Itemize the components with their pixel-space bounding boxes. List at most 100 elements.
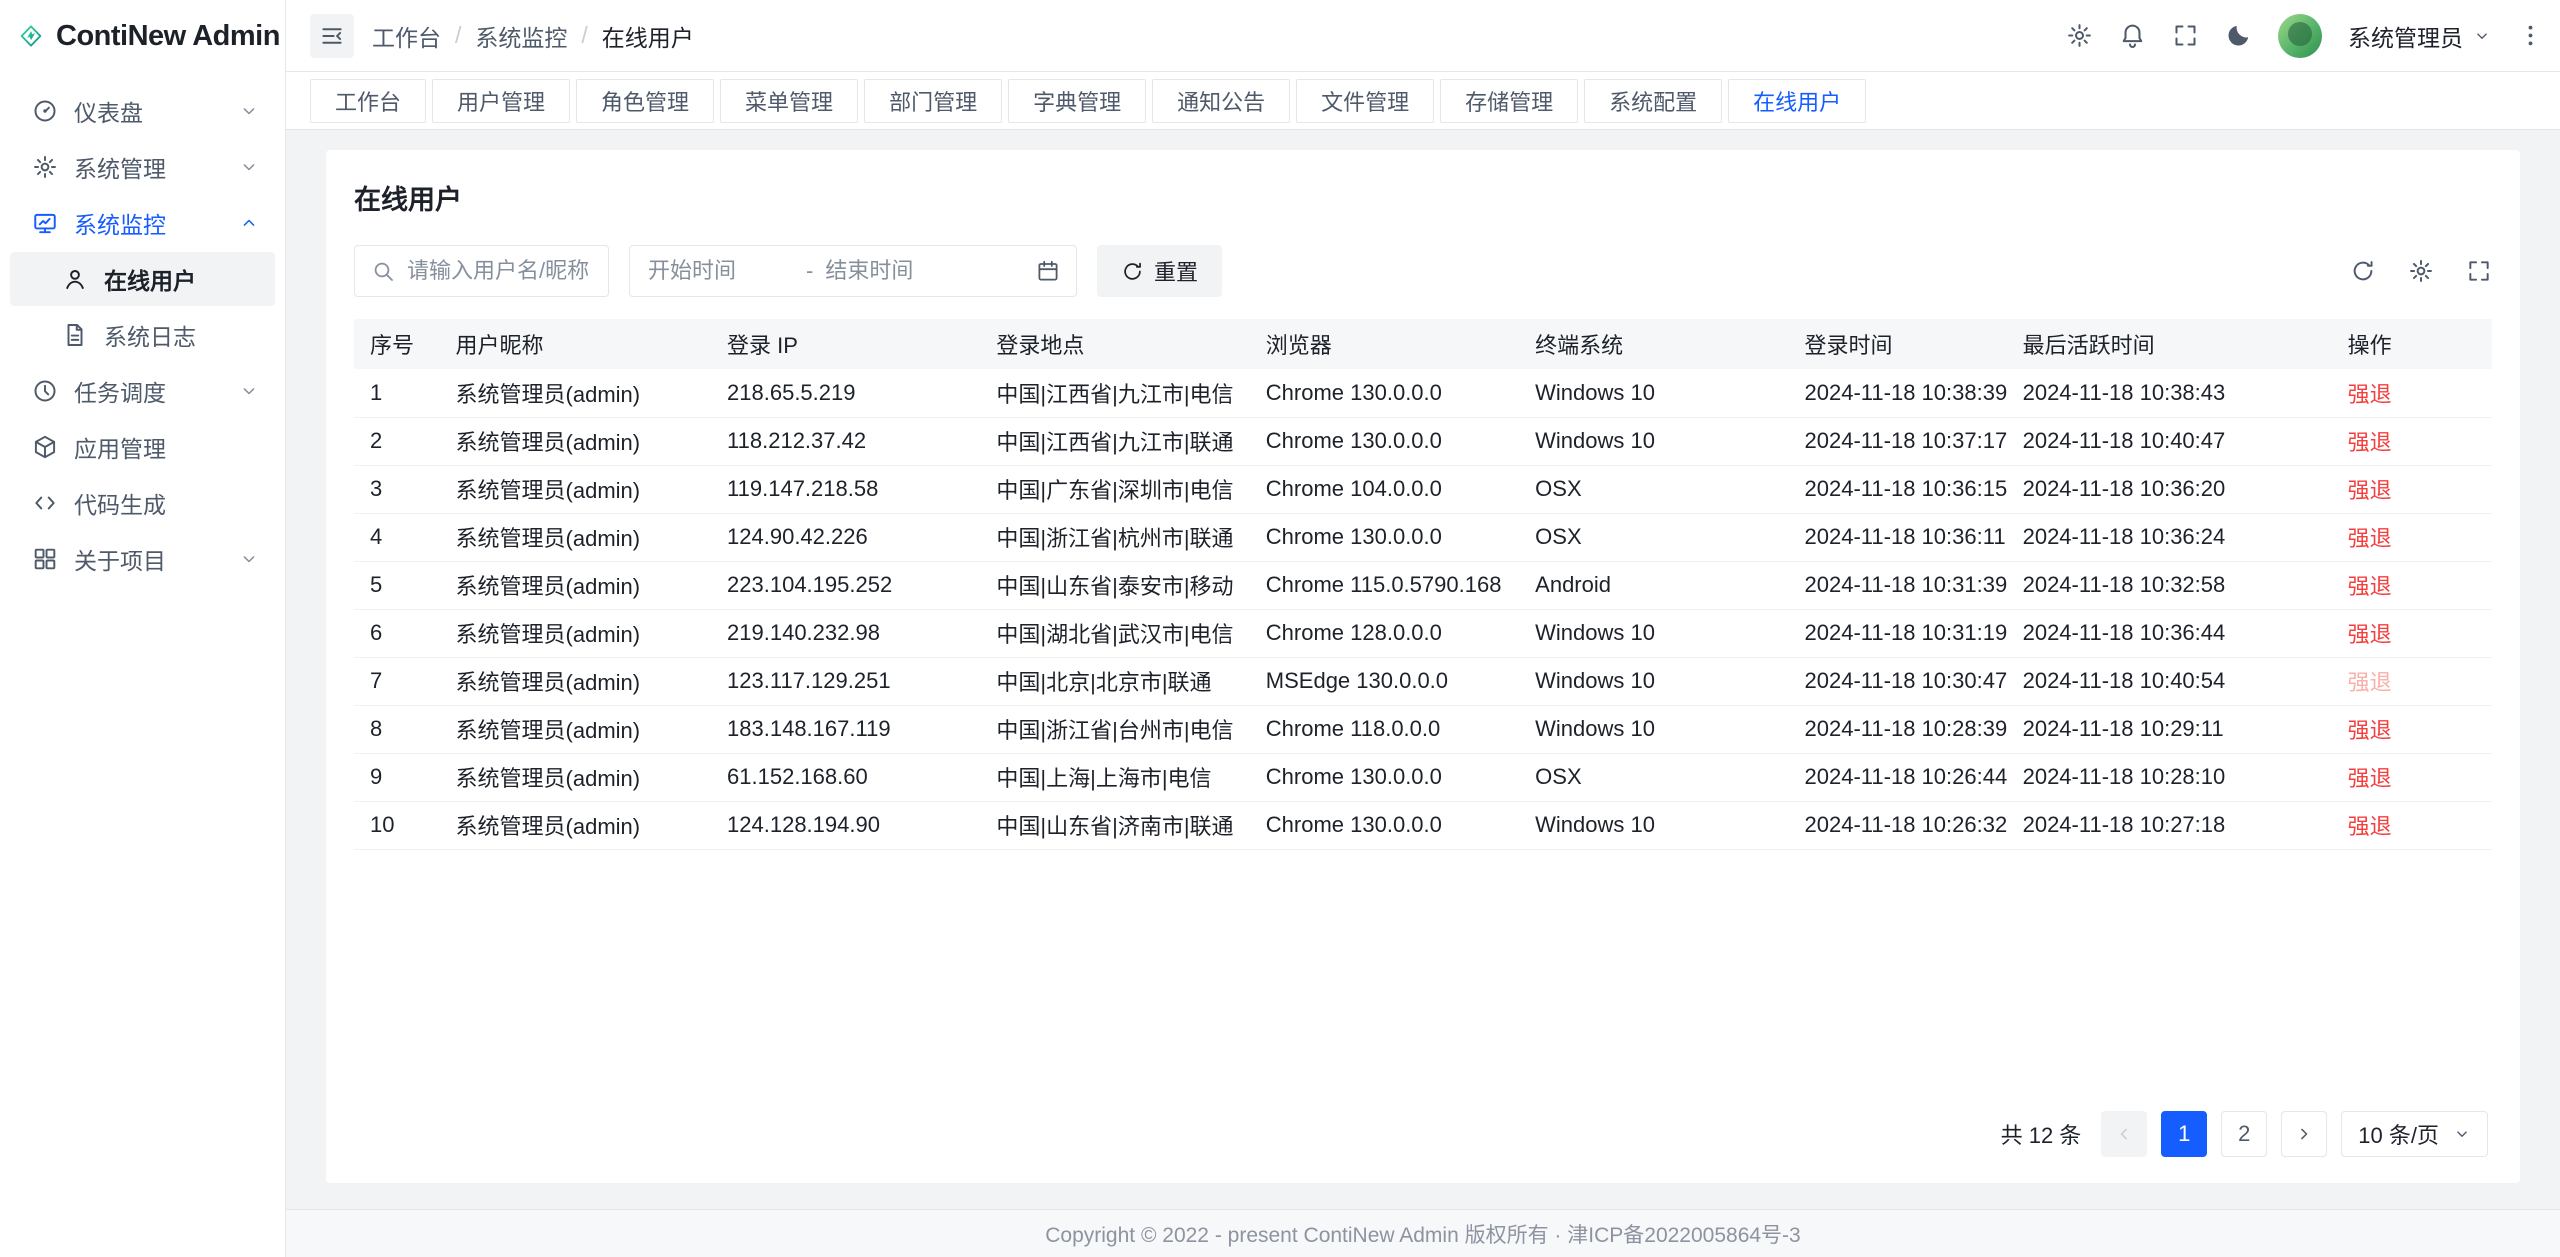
table-row: 5系统管理员(admin)223.104.195.252中国|山东省|泰安市|移… (354, 561, 2492, 609)
table-cell: Windows 10 (1519, 705, 1788, 753)
force-logout-link[interactable]: 强退 (2348, 478, 2392, 503)
tab-5[interactable]: 字典管理 (1008, 79, 1146, 123)
table-cell: 系统管理员(admin) (440, 801, 712, 849)
copyright-text: Copyright © 2022 - present ContiNew Admi… (1045, 1219, 1800, 1249)
table-cell: 124.90.42.226 (711, 513, 980, 561)
force-logout-link[interactable]: 强退 (2348, 766, 2392, 791)
table-cell: 183.148.167.119 (711, 705, 980, 753)
force-logout-link[interactable]: 强退 (2348, 430, 2392, 455)
sidebar-collapse-button[interactable] (310, 14, 354, 58)
sidebar-item-clock[interactable]: 任务调度 (10, 364, 275, 418)
topbar-actions: 系统管理员 (2066, 14, 2544, 58)
table-cell: Chrome 104.0.0.0 (1250, 465, 1519, 513)
page-button-1[interactable]: 1 (2161, 1111, 2207, 1157)
table-row: 3系统管理员(admin)119.147.218.58中国|广东省|深圳市|电信… (354, 465, 2492, 513)
file-icon (62, 322, 88, 348)
force-logout-link[interactable]: 强退 (2348, 526, 2392, 551)
chevron-left-icon (2114, 1124, 2134, 1144)
user-menu[interactable]: 系统管理员 (2348, 19, 2491, 53)
tab-7[interactable]: 文件管理 (1296, 79, 1434, 123)
table-cell: 系统管理员(admin) (440, 561, 712, 609)
table-fullscreen-button[interactable] (2466, 258, 2492, 284)
chevron-down-icon (239, 157, 259, 177)
sidebar-item-monitor[interactable]: 系统监控 (10, 196, 275, 250)
app-root: ContiNew Admin 仪表盘系统管理系统监控在线用户系统日志任务调度应用… (0, 0, 2560, 1257)
sidebar-item-code[interactable]: 代码生成 (10, 476, 275, 530)
gear-icon (2408, 258, 2434, 284)
expand-icon (2466, 258, 2492, 284)
table-cell: 2024-11-18 10:31:39 (1789, 561, 2007, 609)
reset-button[interactable]: 重置 (1097, 245, 1222, 297)
page-size-label: 10 条/页 (2358, 1118, 2439, 1150)
fullscreen-button[interactable] (2172, 22, 2199, 49)
total-count: 共 12 条 (2001, 1118, 2082, 1150)
breadcrumb-item[interactable]: 工作台 (372, 19, 441, 53)
page-button-2[interactable]: 2 (2221, 1111, 2267, 1157)
force-logout-link[interactable]: 强退 (2348, 814, 2392, 839)
table-cell: OSX (1519, 513, 1788, 561)
refresh-table-button[interactable] (2350, 258, 2376, 284)
sidebar-subitem-file[interactable]: 系统日志 (10, 308, 275, 362)
table-cell: 系统管理员(admin) (440, 609, 712, 657)
avatar[interactable] (2278, 14, 2322, 58)
dark-mode-button[interactable] (2225, 22, 2252, 49)
column-settings-button[interactable] (2408, 258, 2434, 284)
force-logout-link[interactable]: 强退 (2348, 670, 2392, 695)
tab-4[interactable]: 部门管理 (864, 79, 1002, 123)
pagination: 共 12 条 12 10 条/页 (354, 1089, 2492, 1163)
tab-2[interactable]: 角色管理 (576, 79, 714, 123)
force-logout-link[interactable]: 强退 (2348, 622, 2392, 647)
table-cell: 系统管理员(admin) (440, 369, 712, 417)
notifications-button[interactable] (2119, 22, 2146, 49)
sidebar-item-grid[interactable]: 关于项目 (10, 532, 275, 586)
table-cell: 系统管理员(admin) (440, 465, 712, 513)
column-header: 登录时间 (1789, 319, 2007, 369)
clock-icon (32, 378, 58, 404)
table-cell: 2024-11-18 10:40:47 (2007, 417, 2332, 465)
page-size-select[interactable]: 10 条/页 (2341, 1111, 2488, 1157)
sidebar-subitem-person[interactable]: 在线用户 (10, 252, 275, 306)
tab-8[interactable]: 存储管理 (1440, 79, 1578, 123)
tab-3[interactable]: 菜单管理 (720, 79, 858, 123)
table-cell: 123.117.129.251 (711, 657, 980, 705)
table-cell: 中国|浙江省|台州市|电信 (980, 705, 1249, 753)
sidebar-item-dashboard[interactable]: 仪表盘 (10, 84, 275, 138)
end-date-input[interactable] (823, 257, 973, 285)
table-cell: 中国|浙江省|杭州市|联通 (980, 513, 1249, 561)
breadcrumb-item[interactable]: 在线用户 (602, 19, 694, 53)
table-cell: 119.147.218.58 (711, 465, 980, 513)
start-date-input[interactable] (646, 257, 796, 285)
table-row: 9系统管理员(admin)61.152.168.60中国|上海|上海市|电信Ch… (354, 753, 2492, 801)
chevron-down-icon (2473, 27, 2491, 45)
tab-1[interactable]: 用户管理 (432, 79, 570, 123)
fullscreen-icon (2172, 22, 2199, 49)
table-cell: 中国|广东省|深圳市|电信 (980, 465, 1249, 513)
force-logout-link[interactable]: 强退 (2348, 574, 2392, 599)
tab-0[interactable]: 工作台 (310, 79, 426, 123)
action-cell: 强退 (2332, 705, 2492, 753)
prev-page-button[interactable] (2101, 1111, 2147, 1157)
search-box (354, 245, 609, 297)
column-header: 用户昵称 (440, 319, 712, 369)
sidebar-item-settings[interactable]: 系统管理 (10, 140, 275, 194)
table-cell: Chrome 128.0.0.0 (1250, 609, 1519, 657)
force-logout-link[interactable]: 强退 (2348, 718, 2392, 743)
app-logo[interactable]: ContiNew Admin (0, 0, 285, 72)
breadcrumb-item[interactable]: 系统监控 (475, 19, 567, 53)
table-row: 4系统管理员(admin)124.90.42.226中国|浙江省|杭州市|联通C… (354, 513, 2492, 561)
table-toolbar (2350, 258, 2492, 284)
tab-10[interactable]: 在线用户 (1728, 79, 1866, 123)
table-cell: 2024-11-18 10:27:18 (2007, 801, 2332, 849)
force-logout-link[interactable]: 强退 (2348, 382, 2392, 407)
more-options-button[interactable] (2517, 22, 2544, 49)
column-header: 登录地点 (980, 319, 1249, 369)
search-input[interactable] (405, 257, 592, 285)
table-cell: OSX (1519, 465, 1788, 513)
action-cell: 强退 (2332, 561, 2492, 609)
next-page-button[interactable] (2281, 1111, 2327, 1157)
tab-9[interactable]: 系统配置 (1584, 79, 1722, 123)
sidebar-item-label: 代码生成 (74, 486, 166, 520)
sidebar-item-cube[interactable]: 应用管理 (10, 420, 275, 474)
settings-button[interactable] (2066, 22, 2093, 49)
tab-6[interactable]: 通知公告 (1152, 79, 1290, 123)
